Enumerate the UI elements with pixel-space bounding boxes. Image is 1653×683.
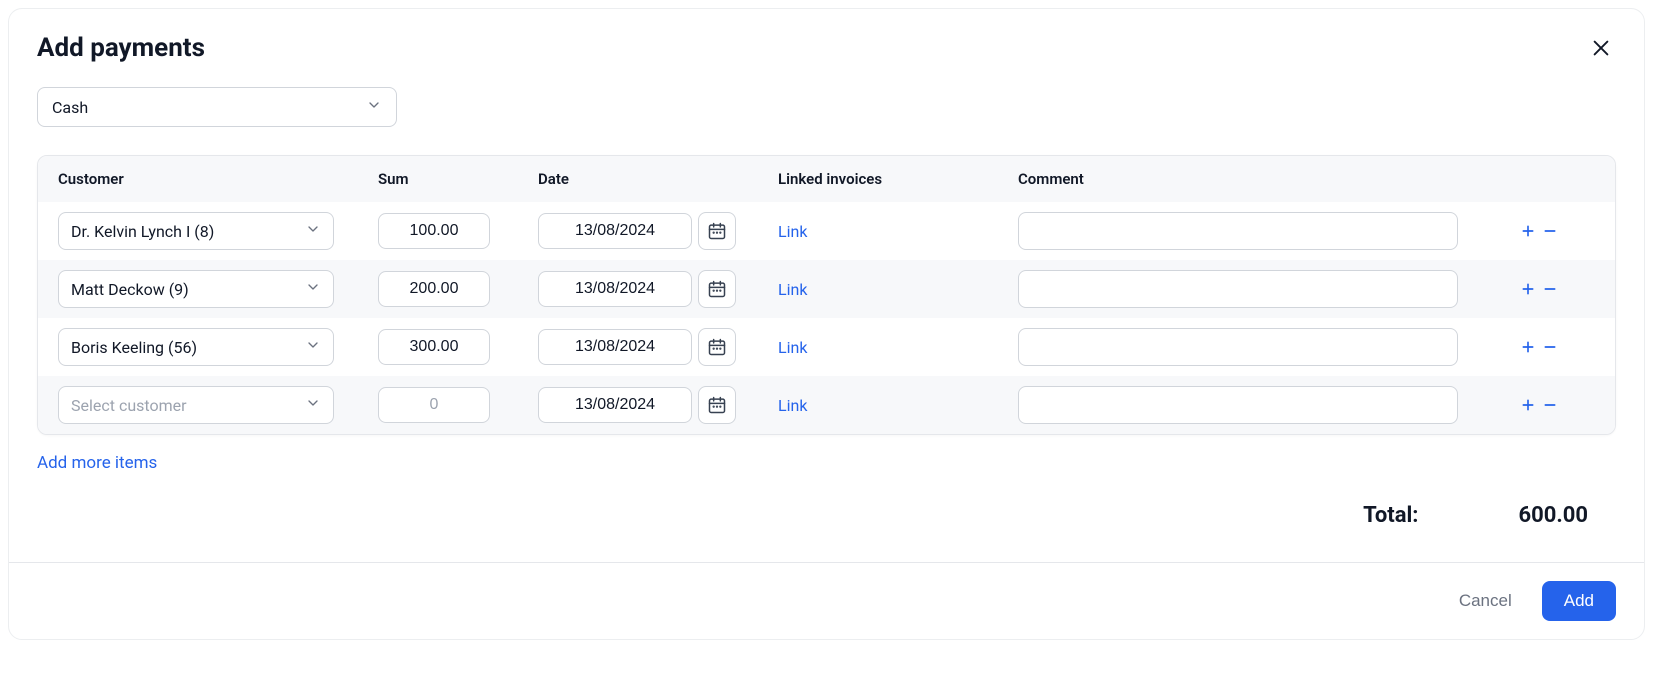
- calendar-button[interactable]: [698, 212, 736, 250]
- link-invoice-link[interactable]: Link: [778, 338, 807, 357]
- header-customer: Customer: [58, 170, 378, 188]
- sum-input[interactable]: [378, 387, 490, 423]
- link-invoice-link[interactable]: Link: [778, 222, 807, 241]
- link-invoice-link[interactable]: Link: [778, 396, 807, 415]
- customer-select[interactable]: Select customer: [58, 386, 334, 424]
- date-input[interactable]: [538, 329, 692, 365]
- plus-icon: [1520, 339, 1536, 355]
- comment-input[interactable]: [1018, 212, 1458, 250]
- cancel-button[interactable]: Cancel: [1449, 583, 1522, 619]
- minus-icon: [1542, 397, 1558, 413]
- remove-row-button[interactable]: [1542, 223, 1558, 239]
- header-date: Date: [538, 170, 778, 188]
- total-label: Total:: [1363, 503, 1418, 528]
- customer-value: Dr. Kelvin Lynch I (8): [71, 222, 214, 241]
- customer-select[interactable]: Matt Deckow (9): [58, 270, 334, 308]
- calendar-icon: [707, 395, 727, 415]
- comment-input[interactable]: [1018, 328, 1458, 366]
- comment-input[interactable]: [1018, 270, 1458, 308]
- customer-placeholder: Select customer: [71, 396, 187, 415]
- remove-row-button[interactable]: [1542, 339, 1558, 355]
- calendar-icon: [707, 337, 727, 357]
- sum-input[interactable]: [378, 213, 490, 249]
- minus-icon: [1542, 339, 1558, 355]
- payment-method-select[interactable]: Cash: [37, 87, 397, 127]
- chevron-down-icon: [305, 221, 321, 241]
- close-button[interactable]: [1586, 33, 1616, 63]
- minus-icon: [1542, 223, 1558, 239]
- calendar-button[interactable]: [698, 328, 736, 366]
- plus-icon: [1520, 223, 1536, 239]
- table-row: Dr. Kelvin Lynch I (8) Link: [38, 202, 1615, 260]
- link-invoice-link[interactable]: Link: [778, 280, 807, 299]
- add-row-button[interactable]: [1520, 397, 1536, 413]
- chevron-down-icon: [305, 337, 321, 357]
- customer-select[interactable]: Dr. Kelvin Lynch I (8): [58, 212, 334, 250]
- chevron-down-icon: [366, 97, 382, 117]
- customer-value: Matt Deckow (9): [71, 280, 189, 299]
- total-value: 600.00: [1519, 503, 1589, 528]
- add-row-button[interactable]: [1520, 339, 1536, 355]
- plus-icon: [1520, 397, 1536, 413]
- header-sum: Sum: [378, 170, 538, 188]
- payments-table: Customer Sum Date Linked invoices Commen…: [37, 155, 1616, 435]
- remove-row-button[interactable]: [1542, 281, 1558, 297]
- add-more-items-link[interactable]: Add more items: [37, 453, 157, 473]
- customer-select[interactable]: Boris Keeling (56): [58, 328, 334, 366]
- add-row-button[interactable]: [1520, 223, 1536, 239]
- date-input[interactable]: [538, 387, 692, 423]
- table-row: Select customer Link: [38, 376, 1615, 434]
- sum-input[interactable]: [378, 271, 490, 307]
- total-row: Total: 600.00: [37, 473, 1616, 552]
- table-row: Boris Keeling (56) Link: [38, 318, 1615, 376]
- payment-method-value: Cash: [52, 98, 88, 117]
- close-icon: [1590, 37, 1612, 59]
- header-comment: Comment: [1018, 170, 1458, 188]
- add-payments-modal: Add payments Cash Customer Sum Date Link…: [8, 8, 1645, 640]
- header-linked: Linked invoices: [778, 170, 1018, 188]
- table-row: Matt Deckow (9) Link: [38, 260, 1615, 318]
- minus-icon: [1542, 281, 1558, 297]
- remove-row-button[interactable]: [1542, 397, 1558, 413]
- comment-input[interactable]: [1018, 386, 1458, 424]
- date-input[interactable]: [538, 213, 692, 249]
- date-input[interactable]: [538, 271, 692, 307]
- calendar-icon: [707, 279, 727, 299]
- modal-header: Add payments: [9, 9, 1644, 73]
- calendar-icon: [707, 221, 727, 241]
- add-row-button[interactable]: [1520, 281, 1536, 297]
- chevron-down-icon: [305, 279, 321, 299]
- chevron-down-icon: [305, 395, 321, 415]
- add-button[interactable]: Add: [1542, 581, 1616, 621]
- calendar-button[interactable]: [698, 386, 736, 424]
- customer-value: Boris Keeling (56): [71, 338, 197, 357]
- modal-body: Cash Customer Sum Date Linked invoices C…: [9, 73, 1644, 562]
- modal-footer: Cancel Add: [9, 562, 1644, 639]
- table-header: Customer Sum Date Linked invoices Commen…: [38, 156, 1615, 202]
- sum-input[interactable]: [378, 329, 490, 365]
- plus-icon: [1520, 281, 1536, 297]
- table-body: Dr. Kelvin Lynch I (8) Link: [38, 202, 1615, 434]
- modal-title: Add payments: [37, 33, 205, 63]
- calendar-button[interactable]: [698, 270, 736, 308]
